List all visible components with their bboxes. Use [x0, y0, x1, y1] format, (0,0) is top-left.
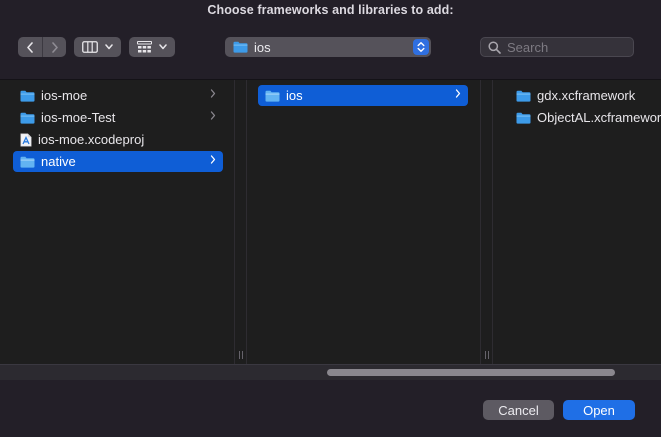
item-label: gdx.xcframework: [537, 88, 636, 103]
group-by-button[interactable]: [129, 37, 175, 57]
chevron-right-icon: [455, 89, 461, 98]
item-label: ios-moe: [41, 88, 88, 103]
horizontal-scrollbar[interactable]: [0, 364, 661, 380]
chevron-down-icon: [105, 44, 113, 50]
resize-grip-icon: [239, 351, 243, 359]
list-item[interactable]: gdx.xcframework: [509, 85, 661, 106]
chevron-down-icon: [159, 44, 167, 50]
xcode-project-icon: [20, 133, 32, 146]
file-dialog: Choose frameworks and libraries to add: …: [0, 0, 661, 437]
browser-column-1: ios-moe ios-moe-Test ios-moe.xcodeproj n…: [0, 80, 234, 364]
column-resizer[interactable]: [480, 80, 493, 364]
search-icon: [488, 40, 501, 54]
item-label: native: [41, 154, 76, 169]
chevron-left-icon: [27, 41, 33, 53]
chevron-right-icon: [51, 41, 58, 53]
chevron-right-icon: [210, 111, 216, 120]
toolbar: ios: [0, 37, 661, 59]
search-input[interactable]: [507, 39, 627, 55]
item-label: ios: [286, 88, 303, 103]
folder-icon: [265, 90, 280, 102]
forward-button[interactable]: [42, 37, 66, 57]
item-label: ios-moe.xcodeproj: [38, 132, 145, 147]
grid-view-icon: [137, 41, 152, 53]
location-label: ios: [254, 39, 271, 55]
folder-icon: [20, 112, 35, 124]
list-item[interactable]: ObjectAL.xcframework: [509, 107, 661, 128]
view-mode-button[interactable]: [74, 37, 121, 57]
column-view-icon: [82, 41, 98, 53]
folder-icon: [516, 112, 531, 124]
scrollbar-thumb[interactable]: [327, 369, 615, 376]
cancel-button[interactable]: Cancel: [483, 400, 554, 420]
column-browser: ios-moe ios-moe-Test ios-moe.xcodeproj n…: [0, 80, 661, 364]
folder-icon: [233, 41, 248, 53]
folder-icon: [516, 90, 531, 102]
browser-column-2: ios: [247, 80, 480, 364]
up-down-chevron-icon: [413, 39, 429, 55]
open-button[interactable]: Open: [563, 400, 635, 420]
browser-column-3: gdx.xcframework ObjectAL.xcframework: [493, 80, 661, 364]
back-button[interactable]: [18, 37, 42, 57]
folder-icon: [20, 156, 35, 168]
chevron-right-icon: [210, 89, 216, 98]
list-item[interactable]: native: [13, 151, 223, 172]
folder-icon: [20, 90, 35, 102]
resize-grip-icon: [485, 351, 489, 359]
list-item[interactable]: ios-moe-Test: [13, 107, 223, 128]
list-item[interactable]: ios-moe.xcodeproj: [13, 129, 223, 150]
item-label: ios-moe-Test: [41, 110, 116, 125]
list-item[interactable]: ios: [258, 85, 468, 106]
dialog-title: Choose frameworks and libraries to add:: [207, 3, 454, 17]
list-item[interactable]: ios-moe: [13, 85, 223, 106]
column-resizer[interactable]: [234, 80, 247, 364]
chevron-right-icon: [210, 155, 216, 164]
search-field[interactable]: [480, 37, 634, 57]
location-popup[interactable]: ios: [225, 37, 431, 57]
navigation-buttons: [18, 37, 66, 57]
item-label: ObjectAL.xcframework: [537, 110, 661, 125]
